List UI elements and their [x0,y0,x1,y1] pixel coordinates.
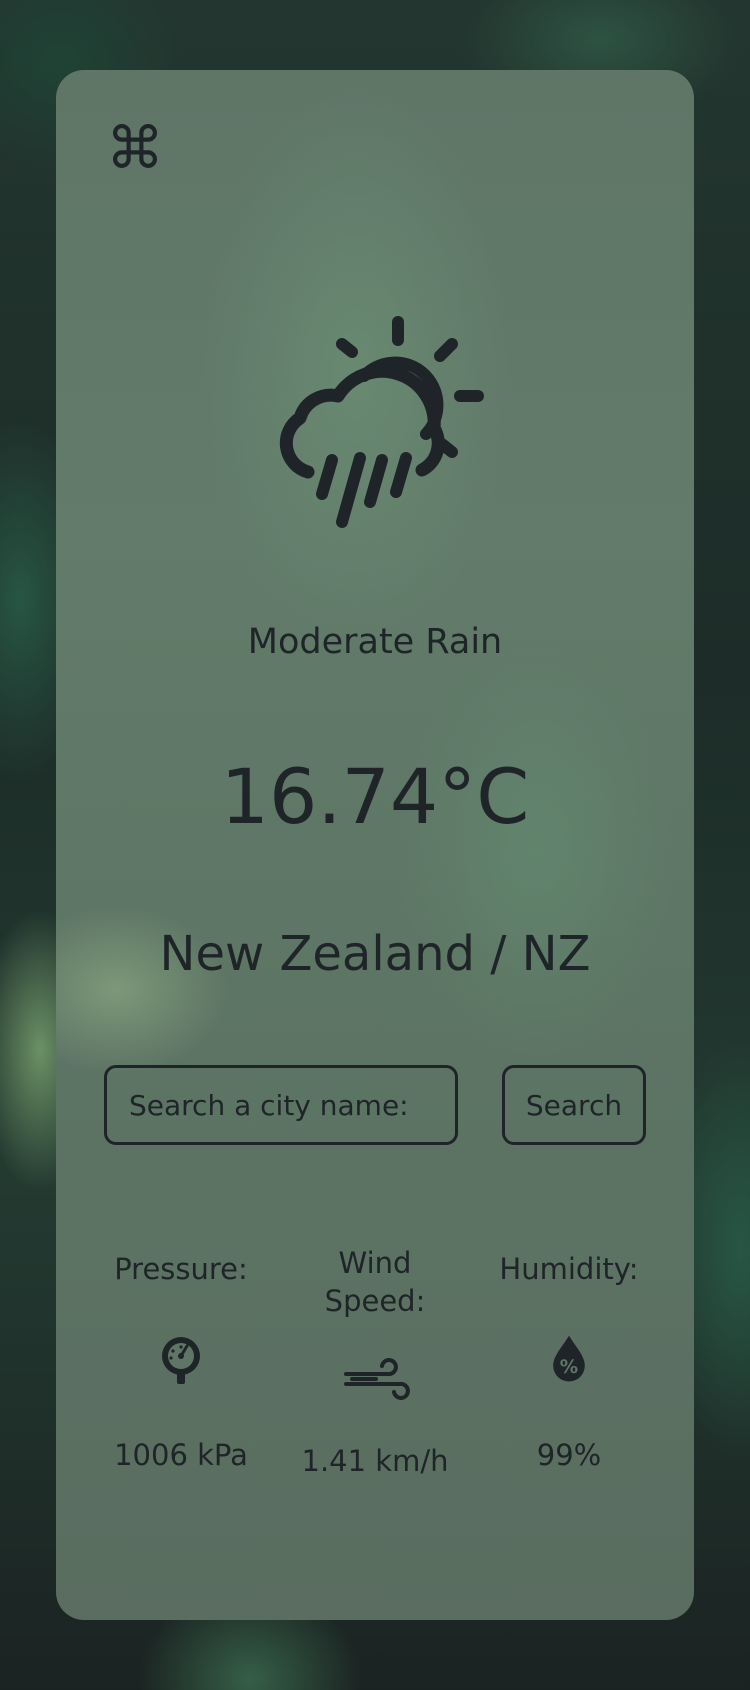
search-button[interactable]: Search [502,1065,646,1145]
wind-label-line2: Speed: [324,1284,426,1318]
temperature-reading: 16.74°C [220,752,530,841]
humidity-label: Humidity: [499,1252,639,1286]
wind-icon [344,1358,410,1400]
svg-text:%: % [560,1357,578,1378]
gauge-icon [162,1337,200,1384]
wind-speed-value: 1.41 km/h [301,1444,449,1478]
cloud-sun-rain-icon [279,316,484,528]
humidity-stat: Humidity: % 99% [474,1250,664,1500]
humidity-value: 99% [536,1438,602,1472]
weather-card: ⌘ Moderate Rain 16.74°C New Zealand / NZ… [56,70,694,1620]
command-icon[interactable]: ⌘ [106,119,164,177]
pressure-value: 1006 kPa [114,1438,248,1472]
location-name: New Zealand / NZ [159,926,591,982]
wind-speed-stat: Wind Speed: 1.41 km/h [280,1244,470,1514]
wind-label-line1: Wind [338,1246,412,1280]
weather-condition: Moderate Rain [247,622,503,662]
pressure-label: Pressure: [114,1252,248,1286]
city-search-input[interactable] [104,1065,458,1145]
pressure-stat: Pressure: 1006 kPa [86,1250,276,1500]
humidity-drop-icon: % [553,1335,585,1382]
